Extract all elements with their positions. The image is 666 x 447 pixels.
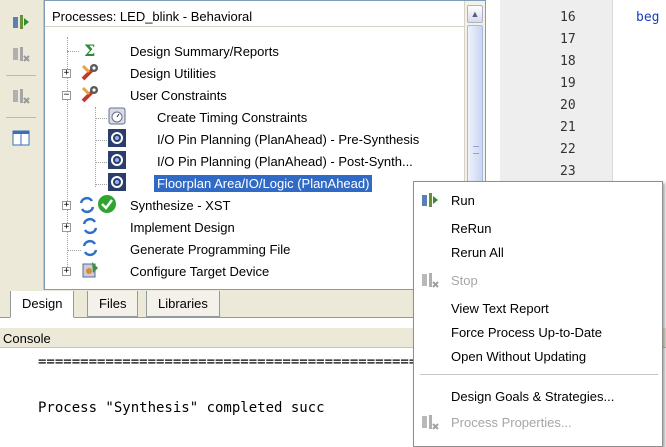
tree-item-io-pin-planning-post[interactable]: I/O Pin Planning (PlanAhead) - Post-Synt… xyxy=(157,150,413,172)
line-number: 20 xyxy=(560,98,576,113)
planahead-icon xyxy=(108,151,126,169)
menu-item-open-without-updating[interactable]: Open Without Updating xyxy=(414,344,662,368)
line-number: 21 xyxy=(560,120,576,135)
properties-icon xyxy=(422,415,439,430)
run-icon xyxy=(422,193,438,207)
menu-item-design-goals[interactable]: Design Goals & Strategies... xyxy=(414,384,662,408)
stopwatch-icon xyxy=(108,107,126,125)
menu-item-label: View Text Report xyxy=(451,300,549,316)
left-toolbar xyxy=(0,0,44,290)
planahead-icon xyxy=(108,173,126,191)
context-menu: Run ReRun Rerun All Stop View Text Repor… xyxy=(413,181,663,447)
expand-implement-design-icon[interactable]: + xyxy=(62,223,71,232)
window-icon[interactable] xyxy=(8,126,34,150)
stop-icon xyxy=(422,273,439,288)
menu-item-view-text-report[interactable]: View Text Report xyxy=(414,296,662,320)
menu-item-label: Open Without Updating xyxy=(451,348,587,364)
run-process-icon[interactable] xyxy=(8,10,34,34)
tools-icon xyxy=(81,64,98,81)
menu-item-rerun[interactable]: ReRun xyxy=(414,216,662,240)
expand-design-utilities-icon[interactable]: + xyxy=(62,69,71,78)
tree-item-synthesize-xst[interactable]: Synthesize - XST xyxy=(130,194,230,216)
tab-libraries[interactable]: Libraries xyxy=(146,291,220,317)
line-number: 17 xyxy=(560,32,576,47)
code-line: beg xyxy=(636,10,660,25)
tree-item-io-pin-planning-pre[interactable]: I/O Pin Planning (PlanAhead) - Pre-Synth… xyxy=(157,128,419,150)
tree-item-floorplan-area[interactable]: Floorplan Area/IO/Logic (PlanAhead) xyxy=(154,172,373,194)
tree-item-user-constraints[interactable]: User Constraints xyxy=(130,84,227,106)
tree-item-generate-programming-file[interactable]: Generate Programming File xyxy=(130,238,290,260)
expand-configure-target-icon[interactable]: + xyxy=(62,267,71,276)
tree-item-design-utilities[interactable]: Design Utilities xyxy=(130,62,216,84)
svg-text:Σ: Σ xyxy=(84,41,95,60)
menu-item-label: Design Goals & Strategies... xyxy=(451,388,615,404)
menu-item-label: Stop xyxy=(451,272,478,288)
line-number: 18 xyxy=(560,54,576,69)
menu-separator xyxy=(420,374,658,375)
line-number: 19 xyxy=(560,76,576,91)
line-number: 22 xyxy=(560,142,576,157)
rerun-icon[interactable] xyxy=(8,42,34,66)
menu-item-stop: Stop xyxy=(414,268,662,292)
menu-item-label: Run xyxy=(451,192,475,208)
menu-item-label: ReRun xyxy=(451,220,492,236)
check-success-icon xyxy=(98,195,116,213)
line-number: 16 xyxy=(560,10,576,25)
tree-item-configure-target-device[interactable]: Configure Target Device xyxy=(130,260,269,282)
stop-process-icon[interactable] xyxy=(8,84,34,108)
tab-files[interactable]: Files xyxy=(87,291,139,317)
tree-item-implement-design[interactable]: Implement Design xyxy=(130,216,235,238)
menu-item-rerun-all[interactable]: Rerun All xyxy=(414,240,662,264)
menu-item-force-up-to-date[interactable]: Force Process Up-to-Date xyxy=(414,320,662,344)
menu-item-label: Process Properties... xyxy=(451,414,572,430)
processes-header: Processes: LED_blink - Behavioral xyxy=(45,1,465,27)
menu-item-process-properties: Process Properties... xyxy=(414,410,662,434)
process-arrows-icon xyxy=(82,239,98,257)
planahead-icon xyxy=(108,129,126,147)
expand-synthesize-icon[interactable]: + xyxy=(62,201,71,210)
configure-icon xyxy=(82,262,98,278)
tools-icon xyxy=(81,86,98,103)
menu-item-run[interactable]: Run xyxy=(414,188,662,212)
sigma-icon: Σ xyxy=(84,41,95,60)
menu-item-label: Rerun All xyxy=(451,244,504,260)
console-line: Process "Synthesis" completed succ xyxy=(38,400,325,416)
collapse-user-constraints-icon[interactable]: − xyxy=(62,91,71,100)
process-arrows-icon xyxy=(79,196,95,214)
scroll-up-button[interactable]: ▲ xyxy=(467,5,483,23)
menu-item-label: Force Process Up-to-Date xyxy=(451,324,602,340)
process-arrows-icon xyxy=(82,217,98,235)
line-number: 23 xyxy=(560,164,576,179)
tree-item-design-summary[interactable]: Design Summary/Reports xyxy=(130,40,279,62)
console-line: ========================================… xyxy=(38,354,460,370)
tree-item-create-timing-constraints[interactable]: Create Timing Constraints xyxy=(157,106,307,128)
tab-design[interactable]: Design xyxy=(10,291,75,318)
